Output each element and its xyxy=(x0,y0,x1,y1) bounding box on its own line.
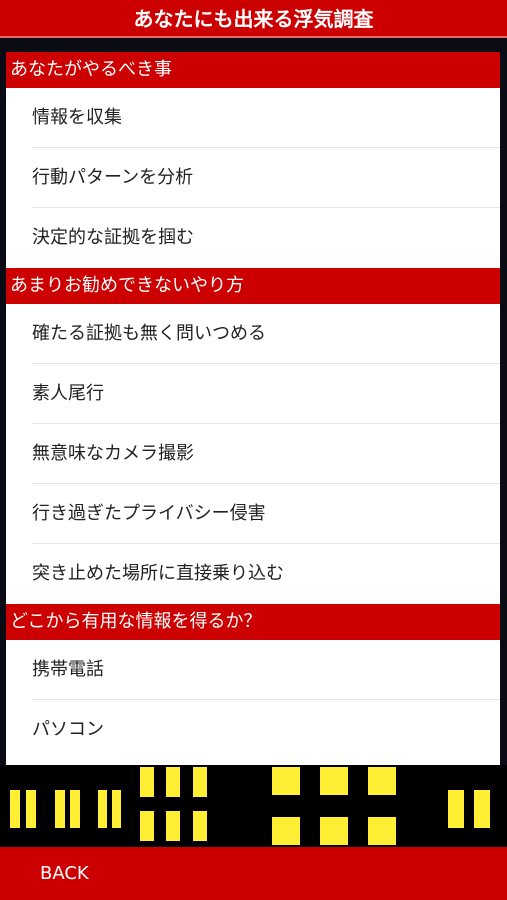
building-window xyxy=(193,767,207,797)
building-window xyxy=(70,790,80,828)
building-window xyxy=(140,811,154,841)
list-item[interactable]: パソコン xyxy=(6,700,500,760)
list-item[interactable]: 無意味なカメラ撮影 xyxy=(6,424,500,484)
city-skyline-background xyxy=(0,765,507,847)
back-button[interactable]: BACK xyxy=(40,847,89,900)
content-list: あなたがやるべき事 情報を収集 行動パターンを分析 決定的な証拠を掴む あまりお… xyxy=(6,52,500,765)
building-window xyxy=(112,790,121,828)
building-window xyxy=(474,790,490,828)
list-item[interactable]: 携帯電話 xyxy=(6,640,500,700)
building-window xyxy=(448,790,464,828)
list-item[interactable]: 決定的な証拠を掴む xyxy=(6,208,500,268)
building-window xyxy=(368,817,396,845)
building-window xyxy=(272,767,300,795)
app-header: あなたにも出来る浮気調査 xyxy=(0,0,507,38)
list-item[interactable]: 行動パターンを分析 xyxy=(6,148,500,208)
list-item[interactable]: 行き過ぎたプライバシー侵害 xyxy=(6,484,500,544)
building-window xyxy=(98,790,107,828)
building-window xyxy=(193,811,207,841)
list-item[interactable]: 確たる証拠も無く問いつめる xyxy=(6,304,500,364)
building-window xyxy=(166,767,180,797)
building-window xyxy=(320,817,348,845)
building-window xyxy=(26,790,36,828)
building-window xyxy=(140,767,154,797)
page-title: あなたにも出来る浮気調査 xyxy=(133,7,374,31)
building-window xyxy=(368,767,396,795)
building-window xyxy=(272,817,300,845)
list-item[interactable]: 突き止めた場所に直接乗り込む xyxy=(6,544,500,604)
footer-bar: BACK xyxy=(0,847,507,900)
section-header-todo: あなたがやるべき事 xyxy=(6,52,500,88)
building-window xyxy=(166,811,180,841)
section-header-not-recommended: あまりお勧めできないやり方 xyxy=(6,268,500,304)
section-header-info-sources: どこから有用な情報を得るか？ xyxy=(6,604,500,640)
list-item[interactable]: 素人尾行 xyxy=(6,364,500,424)
list-item[interactable]: 情報を収集 xyxy=(6,88,500,148)
building-window xyxy=(55,790,65,828)
building-window xyxy=(10,790,20,828)
building-window xyxy=(320,767,348,795)
